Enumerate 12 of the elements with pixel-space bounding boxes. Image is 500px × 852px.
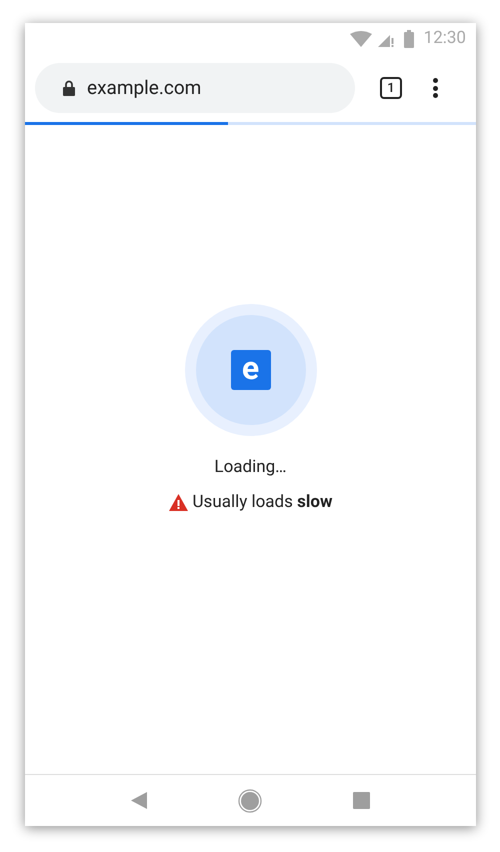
address-bar[interactable]: example.com — [35, 63, 355, 113]
wifi-icon — [350, 31, 372, 47]
home-icon[interactable] — [238, 788, 262, 812]
warning-icon — [168, 494, 188, 511]
back-icon[interactable] — [130, 792, 147, 809]
battery-icon — [404, 30, 414, 48]
tab-switcher-button[interactable]: 1 — [380, 77, 402, 99]
warning-text: Usually loads slow — [192, 490, 332, 514]
recents-icon[interactable] — [353, 792, 370, 809]
site-favicon: e — [230, 350, 270, 390]
loading-text: Loading… — [214, 456, 287, 479]
status-time: 12:30 — [424, 27, 466, 50]
